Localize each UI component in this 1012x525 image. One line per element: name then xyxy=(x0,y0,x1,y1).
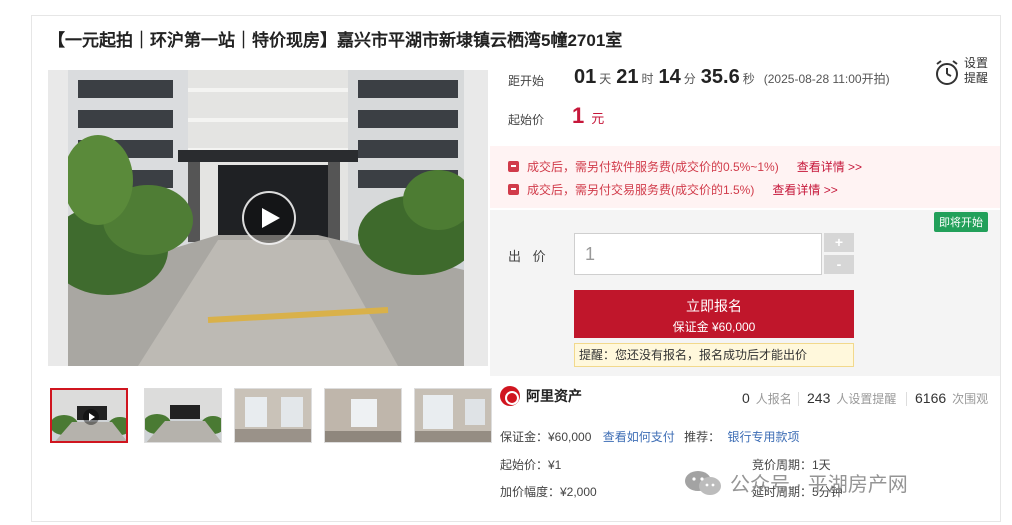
thumbnail-4[interactable] xyxy=(324,388,402,443)
minutes-unit: 分 xyxy=(683,72,696,86)
fee-notice-row: 成交后，需另付交易服务费(成交价的1.5%) 查看详情 >> xyxy=(508,181,838,198)
fee-notice: 成交后，需另付软件服务费(成交价的0.5%~1%) 查看详情 >> 成交后，需另… xyxy=(490,146,1000,208)
view-count-value: 6166 xyxy=(915,390,947,406)
deposit-row: 保证金：¥60,000 查看如何支付 推荐： 银行专用款项 xyxy=(500,428,799,445)
alarm-clock-icon xyxy=(936,60,958,85)
fee-notice-text: 成交后，需另付软件服务费(成交价的0.5%~1%) xyxy=(527,160,779,174)
bid-input[interactable] xyxy=(574,233,822,275)
signup-count-value: 0 xyxy=(742,390,750,406)
deposit-label: 保证金 ¥60,000 xyxy=(672,320,756,334)
divider xyxy=(906,392,907,406)
view-count: 6166 次围观 xyxy=(915,390,988,407)
watermark: 公众号 · 平湖房产网 xyxy=(684,468,908,497)
bid-panel: 即将开始 出 价 + - 立即报名 保证金 ¥60,000 提醒：您还没有报名，… xyxy=(490,210,1000,376)
page-title: 【一元起拍｜环沪第一站｜特价现房】嘉兴市平湖市新埭镇云栖湾5幢2701室 xyxy=(48,31,623,50)
set-reminder-label: 设置提醒 xyxy=(964,56,989,85)
reminder-count-value: 243 xyxy=(807,390,831,406)
wechat-icon xyxy=(685,470,721,495)
signup-button[interactable]: 立即报名 保证金 ¥60,000 xyxy=(574,290,854,338)
hours-unit: 时 xyxy=(641,72,654,86)
start-price-label: 起始价 xyxy=(508,113,545,127)
fee-detail-link[interactable]: 查看详情 >> xyxy=(772,181,837,198)
platform-name: 阿里资产 xyxy=(526,388,582,404)
fee-notice-row: 成交后，需另付软件服务费(成交价的0.5%~1%) 查看详情 >> xyxy=(508,158,862,175)
thumbnail-video[interactable] xyxy=(50,388,128,443)
auction-start-time: (2025-08-28 11:00开拍) xyxy=(763,72,890,86)
stats-bar: 阿里资产 0 人报名 243 人设置提醒 6166 次围观 xyxy=(490,380,1000,420)
countdown-days: 01 xyxy=(574,66,597,88)
divider xyxy=(798,392,799,406)
countdown-seconds: 35.6 xyxy=(700,66,740,88)
view-count-label: 次围观 xyxy=(952,392,989,406)
thumbnail-5[interactable] xyxy=(414,388,492,443)
decrease-bid-button[interactable]: - xyxy=(824,255,854,274)
detail-increment: 加价幅度：¥2,000 xyxy=(500,485,597,499)
recommend-label: 推荐： xyxy=(684,430,721,444)
how-to-pay-link[interactable]: 查看如何支付 xyxy=(603,430,675,444)
countdown-hours: 21 xyxy=(616,66,639,88)
signup-label: 立即报名 xyxy=(686,298,742,314)
status-badge: 即将开始 xyxy=(934,212,988,232)
set-reminder-button[interactable]: 设置提醒 xyxy=(932,56,994,90)
start-price: 1 元 xyxy=(572,103,604,129)
countdown: 01 天 21 时 14 分 35.6 秒 (2025-08-28 11:00开… xyxy=(574,66,890,89)
bid-label: 出 价 xyxy=(508,249,550,264)
ali-asset-logo-icon xyxy=(500,386,520,406)
auction-info: 距开始 01 天 21 时 14 分 35.6 秒 (2025-08-28 11… xyxy=(490,55,1000,143)
play-video-button[interactable] xyxy=(242,191,296,245)
start-price-unit: 元 xyxy=(591,111,605,126)
fee-icon xyxy=(508,161,519,172)
main-photo[interactable] xyxy=(48,70,488,366)
seconds-unit: 秒 xyxy=(742,72,755,86)
watermark-text: 公众号 · 平湖房产网 xyxy=(730,474,908,496)
building-photo xyxy=(68,70,464,366)
fee-icon xyxy=(508,184,519,195)
countdown-minutes: 14 xyxy=(658,66,681,88)
detail-start-price: 起始价：¥1 xyxy=(500,458,562,472)
days-unit: 天 xyxy=(599,72,612,86)
increase-bid-button[interactable]: + xyxy=(824,233,854,252)
start-price-value: 1 xyxy=(572,103,585,128)
play-icon xyxy=(262,208,280,228)
fee-detail-link[interactable]: 查看详情 >> xyxy=(797,158,862,175)
bank-special-funds-link[interactable]: 银行专用款项 xyxy=(727,430,799,444)
reminder-count: 243 人设置提醒 xyxy=(807,390,896,407)
signup-count: 0 人报名 xyxy=(742,390,792,407)
countdown-label: 距开始 xyxy=(508,74,545,88)
platform-logo: 阿里资产 xyxy=(500,386,582,406)
fee-notice-text: 成交后，需另付交易服务费(成交价的1.5%) xyxy=(527,183,755,197)
signup-tip: 提醒：您还没有报名，报名成功后才能出价 xyxy=(574,343,854,367)
thumbnail-3[interactable] xyxy=(234,388,312,443)
reminder-count-label: 人设置提醒 xyxy=(836,392,897,406)
deposit-text: 保证金：¥60,000 xyxy=(500,430,592,444)
signup-count-label: 人报名 xyxy=(755,392,792,406)
thumbnail-2[interactable] xyxy=(144,388,222,443)
